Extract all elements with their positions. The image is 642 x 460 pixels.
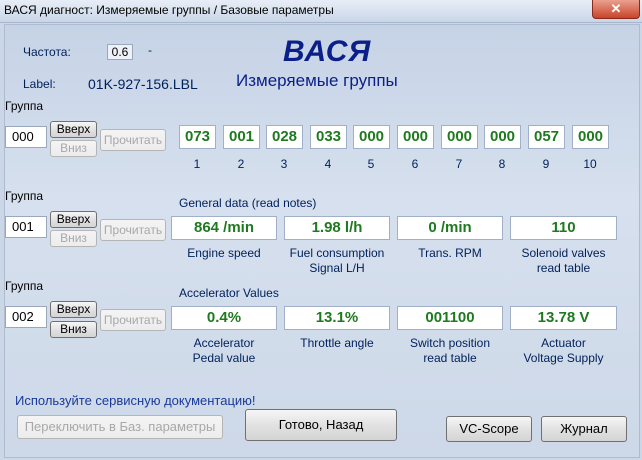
group3-value-3: 001100: [397, 306, 503, 330]
group1-index-3: 3: [280, 157, 288, 171]
group-label-3: Группа: [5, 279, 44, 293]
group3-label-3: Switch position read table: [409, 336, 491, 365]
group1-cell-3: 028: [266, 125, 303, 149]
page-subtitle: Измеряемые группы: [236, 71, 398, 90]
group2-label-2: Fuel consumption Signal L/H: [289, 246, 385, 275]
group2-read-button[interactable]: Прочитать: [100, 219, 166, 241]
group-number-3[interactable]: 002: [5, 306, 47, 328]
frequency-label: Частота:: [23, 45, 71, 59]
done-back-button[interactable]: Готово, Назад: [245, 409, 397, 441]
group1-cell-5: 000: [353, 125, 390, 149]
group3-value-4: 13.78 V: [510, 306, 617, 330]
close-icon: ✕: [610, 1, 622, 16]
group3-label-4: Actuator Voltage Supply: [523, 336, 604, 365]
group3-label-1: Accelerator Pedal value: [192, 336, 256, 365]
group1-index-8: 8: [498, 157, 506, 171]
group2-value-1: 864 /min: [171, 216, 277, 240]
group1-index-10: 10: [583, 157, 597, 171]
main-panel: Частота: 0.6 - Label: 01K-927-156.LBL ВА…: [4, 24, 640, 458]
switch-basic-params-button[interactable]: Переключить в Баз. параметры: [17, 415, 223, 439]
group3-title: Accelerator Values: [179, 286, 279, 300]
group3-value-2: 13.1%: [284, 306, 390, 330]
group1-index-6: 6: [411, 157, 419, 171]
group2-label-4: Solenoid valves read table: [521, 246, 606, 275]
window-title: ВАСЯ диагност: Измеряемые группы / Базов…: [4, 3, 334, 17]
group2-down-button[interactable]: Вниз: [50, 230, 97, 247]
group1-down-button[interactable]: Вниз: [50, 140, 97, 157]
group2-value-2: 1.98 l/h: [284, 216, 390, 240]
group-label-1: Группа: [5, 99, 44, 113]
frequency-value: 0.6: [107, 44, 133, 60]
group1-cell-6: 000: [397, 125, 434, 149]
service-notice: Используйте сервисную документацию!: [15, 393, 256, 408]
group1-up-button[interactable]: Вверх: [50, 121, 97, 138]
group1-index-4: 4: [324, 157, 332, 171]
group1-cell-2: 001: [223, 125, 260, 149]
group2-up-button[interactable]: Вверх: [50, 211, 97, 228]
group2-title: General data (read notes): [179, 196, 317, 210]
group-number-1[interactable]: 000: [5, 126, 47, 148]
group1-cell-8: 000: [484, 125, 521, 149]
group1-cell-1: 073: [179, 125, 216, 149]
group1-index-7: 7: [455, 157, 463, 171]
group2-value-4: 110: [510, 216, 617, 240]
group2-value-3: 0 /min: [397, 216, 503, 240]
group3-down-button[interactable]: Вниз: [50, 321, 97, 338]
label-file: 01K-927-156.LBL: [88, 76, 198, 92]
group3-label-2: Throttle angle: [300, 336, 374, 350]
close-button[interactable]: ✕: [592, 0, 640, 19]
group-label-2: Группа: [5, 189, 44, 203]
group3-value-1: 0.4%: [171, 306, 277, 330]
group1-cell-10: 000: [572, 125, 609, 149]
group1-index-1: 1: [193, 157, 201, 171]
title-bar: ВАСЯ диагност: Измеряемые группы / Базов…: [0, 0, 642, 23]
group3-read-button[interactable]: Прочитать: [100, 309, 166, 331]
group1-read-button[interactable]: Прочитать: [100, 129, 166, 151]
journal-button[interactable]: Журнал: [541, 416, 627, 442]
group1-cell-9: 057: [528, 125, 565, 149]
frequency-dash: -: [148, 43, 152, 57]
group1-index-5: 5: [367, 157, 375, 171]
group1-index-9: 9: [542, 157, 550, 171]
group1-cell-4: 033: [310, 125, 347, 149]
group-number-2[interactable]: 001: [5, 216, 47, 238]
group2-label-1: Engine speed: [187, 246, 261, 260]
vc-scope-button[interactable]: VC-Scope: [446, 416, 532, 442]
group1-cell-7: 000: [441, 125, 478, 149]
group2-label-3: Trans. RPM: [418, 246, 482, 260]
label-label: Label:: [23, 77, 56, 91]
group3-up-button[interactable]: Вверх: [50, 301, 97, 318]
app-brand: ВАСЯ: [283, 35, 372, 68]
group1-index-2: 2: [237, 157, 245, 171]
